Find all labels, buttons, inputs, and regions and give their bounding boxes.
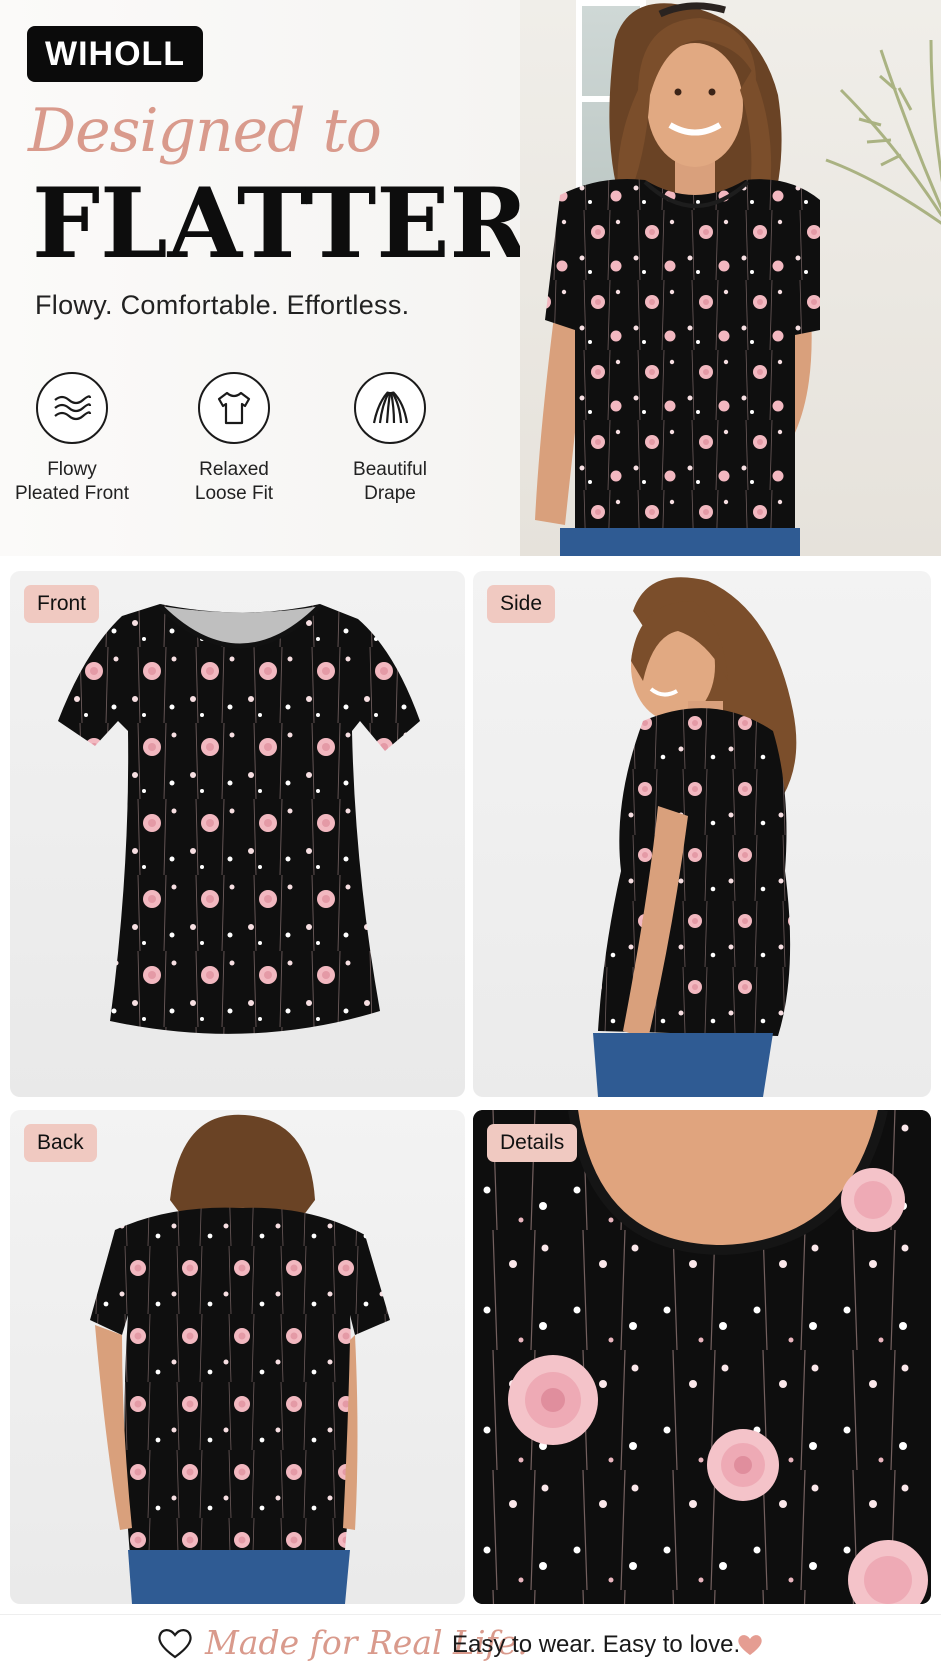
side-model-image: [593, 577, 797, 1097]
feature-label: Relaxed Loose Fit: [194, 459, 274, 504]
view-tag-back: Back: [24, 1124, 97, 1162]
waves-icon: [36, 372, 108, 444]
tshirt-icon: [198, 372, 270, 444]
view-tag-front: Front: [24, 585, 100, 623]
front-view-panel[interactable]: Front: [10, 571, 465, 1097]
back-view-panel[interactable]: Back: [10, 1110, 465, 1604]
side-view-panel[interactable]: Side: [473, 571, 931, 1097]
front-blouse-image: [58, 604, 420, 1034]
view-tag-side: Side: [487, 585, 556, 623]
feature-relaxed: Relaxed Loose Fit: [156, 372, 312, 506]
footer-text: Easy to wear. Easy to love.: [452, 1631, 741, 1658]
heart-icon: [738, 1635, 762, 1655]
drape-icon: [354, 372, 426, 444]
hero-model-photo: [520, 0, 941, 556]
details-view-panel[interactable]: Details: [473, 1110, 931, 1604]
feature-drape: Beautiful Drape: [312, 372, 468, 506]
back-model-image: [90, 1114, 390, 1604]
fabric-detail-image: [473, 1110, 931, 1604]
hero-tagline: Flowy. Comfortable. Effortless.: [35, 290, 410, 320]
hero-script-line: Designed to: [28, 96, 382, 166]
heart-outline-icon: [158, 1629, 192, 1659]
feature-label: Flowy Pleated Front: [14, 459, 130, 504]
feature-label: Beautiful Drape: [353, 459, 427, 504]
brand-logo: WIHOLL: [27, 26, 204, 82]
model-figure: [535, 2, 820, 556]
view-tag-details: Details: [487, 1124, 578, 1162]
hero-section: WIHOLL Designed to FLATTER Flowy. Comfor…: [0, 0, 941, 556]
hero-headline: FLATTER: [32, 167, 530, 280]
hero-text-area: WIHOLL Designed to FLATTER Flowy. Comfor…: [0, 0, 529, 556]
feature-flowy: Flowy Pleated Front: [0, 372, 150, 506]
footer-banner: Made for Real Life. Easy to wear. Easy t…: [0, 1614, 941, 1672]
